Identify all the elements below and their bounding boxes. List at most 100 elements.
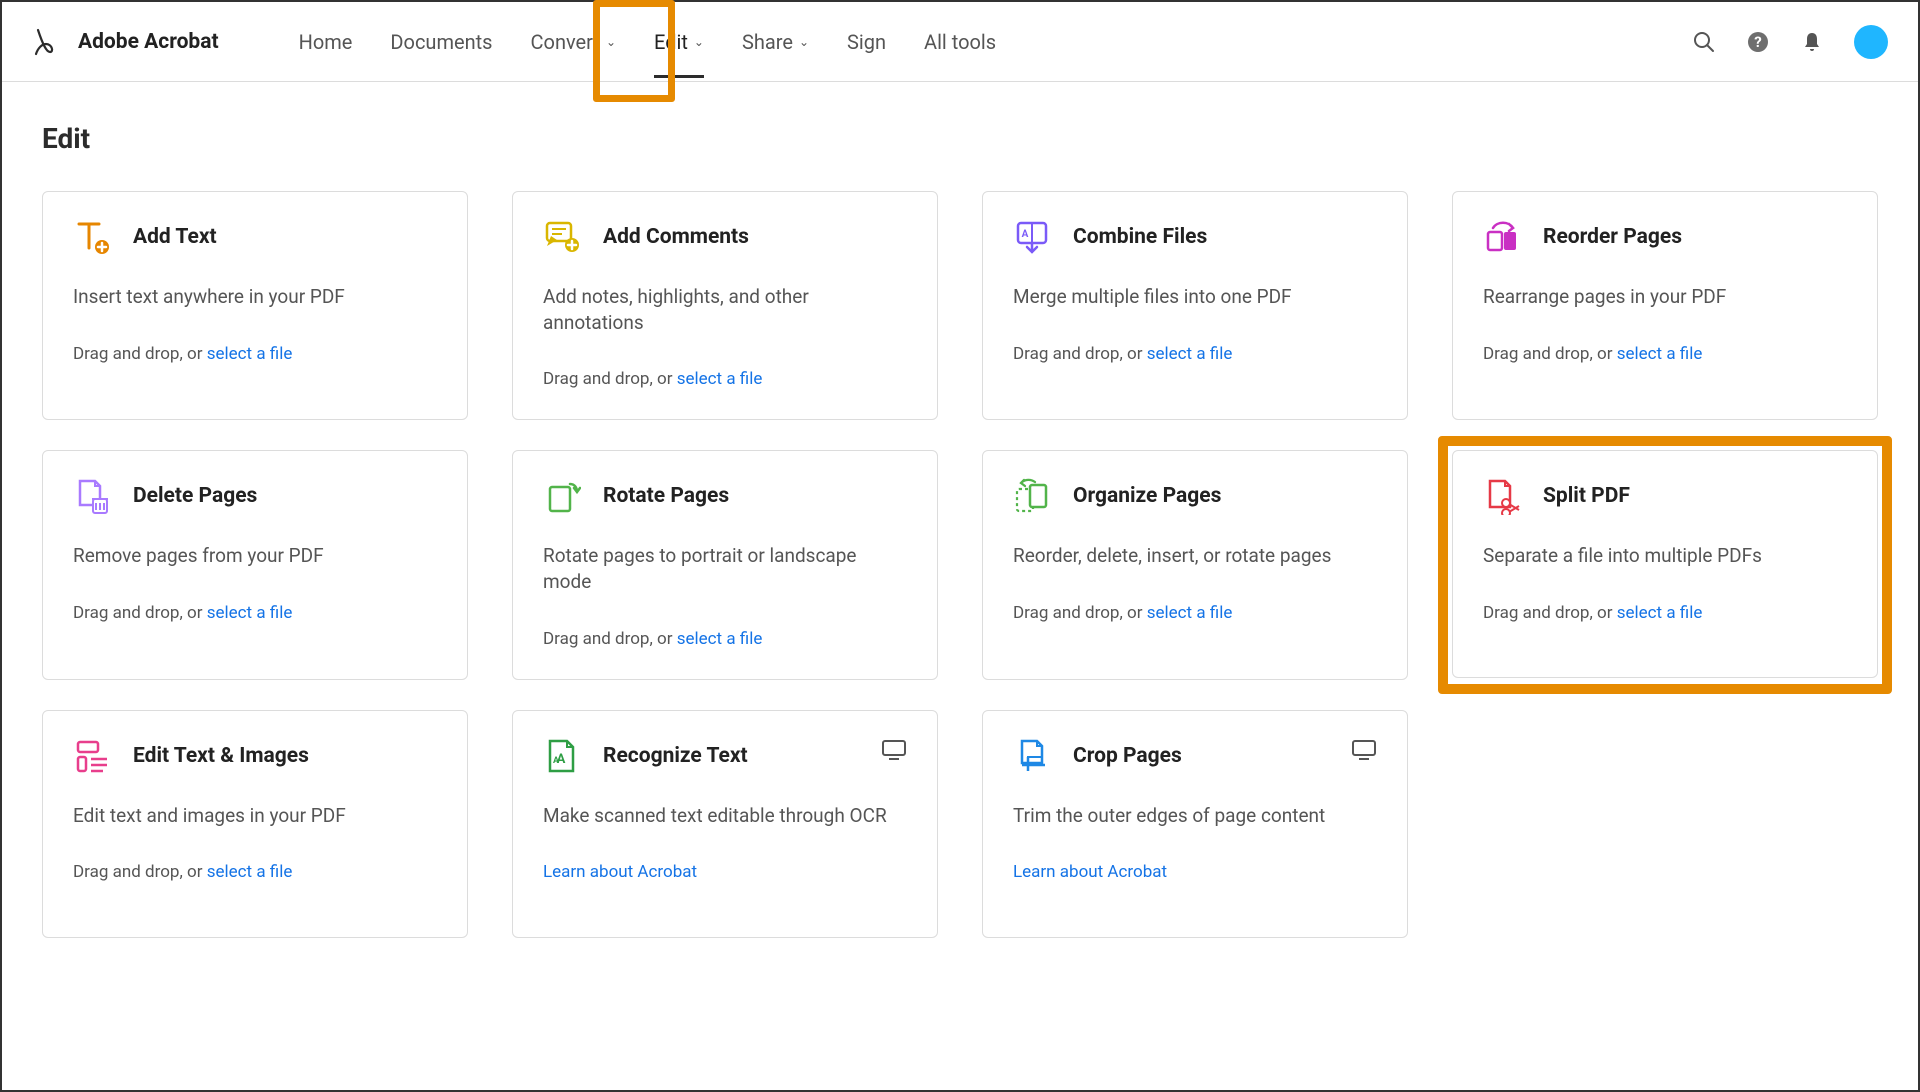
card-delete-pages[interactable]: Delete Pages Remove pages from your PDF … bbox=[42, 450, 468, 679]
footer-prefix: Drag and drop, or bbox=[1483, 603, 1617, 623]
footer-prefix: Drag and drop, or bbox=[73, 603, 207, 623]
footer-prefix: Drag and drop, or bbox=[1013, 344, 1147, 364]
learn-link[interactable]: Learn about Acrobat bbox=[1013, 862, 1167, 882]
desktop-only-icon bbox=[1351, 739, 1377, 761]
nav-all-tools-label: All tools bbox=[924, 30, 996, 54]
card-title: Recognize Text bbox=[603, 744, 748, 768]
nav-share[interactable]: Share ⌄ bbox=[742, 30, 809, 54]
nav-documents[interactable]: Documents bbox=[390, 30, 492, 54]
card-title: Delete Pages bbox=[133, 484, 257, 508]
select-file-link[interactable]: select a file bbox=[677, 629, 763, 649]
card-desc: Rotate pages to portrait or landscape mo… bbox=[543, 543, 907, 594]
edit-text-images-icon bbox=[73, 737, 111, 775]
card-rotate-pages[interactable]: Rotate Pages Rotate pages to portrait or… bbox=[512, 450, 938, 679]
nav-documents-label: Documents bbox=[390, 30, 492, 54]
card-desc: Reorder, delete, insert, or rotate pages bbox=[1013, 543, 1377, 569]
nav-share-label: Share bbox=[742, 30, 793, 54]
card-desc: Edit text and images in your PDF bbox=[73, 803, 437, 829]
recognize-text-icon: AA bbox=[543, 737, 581, 775]
card-footer: Drag and drop, or select a file bbox=[1483, 603, 1847, 623]
nav-edit[interactable]: Edit ⌄ bbox=[654, 30, 704, 54]
help-icon[interactable]: ? bbox=[1746, 30, 1770, 54]
nav-convert[interactable]: Convert ⌄ bbox=[531, 30, 617, 54]
brand-name: Adobe Acrobat bbox=[78, 30, 219, 54]
card-footer: Drag and drop, or select a file bbox=[1483, 344, 1847, 364]
footer-prefix: Drag and drop, or bbox=[73, 862, 207, 882]
acrobat-logo-icon bbox=[32, 26, 64, 58]
svg-text:A: A bbox=[1022, 229, 1029, 240]
rotate-pages-icon bbox=[543, 477, 581, 515]
select-file-link[interactable]: select a file bbox=[1617, 603, 1703, 623]
nav-edit-label: Edit bbox=[654, 30, 688, 54]
card-desc: Separate a file into multiple PDFs bbox=[1483, 543, 1847, 569]
card-reorder-pages[interactable]: Reorder Pages Rearrange pages in your PD… bbox=[1452, 191, 1878, 420]
card-title: Add Comments bbox=[603, 225, 749, 249]
card-title: Rotate Pages bbox=[603, 484, 729, 508]
card-recognize-text[interactable]: AA Recognize Text Make scanned text edit… bbox=[512, 710, 938, 938]
organize-pages-icon bbox=[1013, 477, 1051, 515]
cards-grid: Add Text Insert text anywhere in your PD… bbox=[42, 191, 1878, 938]
card-crop-pages[interactable]: Crop Pages Trim the outer edges of page … bbox=[982, 710, 1408, 938]
crop-pages-icon bbox=[1013, 737, 1051, 775]
svg-text:?: ? bbox=[1754, 33, 1761, 51]
card-organize-pages[interactable]: Organize Pages Reorder, delete, insert, … bbox=[982, 450, 1408, 679]
split-pdf-icon bbox=[1483, 477, 1521, 515]
nav-all-tools[interactable]: All tools bbox=[924, 30, 996, 54]
select-file-link[interactable]: select a file bbox=[677, 369, 763, 389]
card-title: Add Text bbox=[133, 225, 217, 249]
nav-sign[interactable]: Sign bbox=[847, 30, 886, 54]
footer-prefix: Drag and drop, or bbox=[73, 344, 207, 364]
footer-prefix: Drag and drop, or bbox=[543, 369, 677, 389]
card-combine-files[interactable]: A Combine Files Merge multiple files int… bbox=[982, 191, 1408, 420]
card-desc: Trim the outer edges of page content bbox=[1013, 803, 1377, 829]
card-split-pdf[interactable]: Split PDF Separate a file into multiple … bbox=[1452, 450, 1878, 678]
card-desc: Merge multiple files into one PDF bbox=[1013, 284, 1377, 310]
brand: Adobe Acrobat bbox=[32, 26, 219, 58]
search-icon[interactable] bbox=[1692, 30, 1716, 54]
card-title: Split PDF bbox=[1543, 484, 1630, 508]
add-comments-icon bbox=[543, 218, 581, 256]
footer-prefix: Drag and drop, or bbox=[1013, 603, 1147, 623]
card-edit-text-images[interactable]: Edit Text & Images Edit text and images … bbox=[42, 710, 468, 938]
nav-convert-label: Convert bbox=[531, 30, 600, 54]
avatar[interactable] bbox=[1854, 25, 1888, 59]
main-nav: Home Documents Convert ⌄ Edit ⌄ Share ⌄ Sig… bbox=[299, 30, 997, 54]
select-file-link[interactable]: select a file bbox=[207, 603, 293, 623]
card-add-text[interactable]: Add Text Insert text anywhere in your PD… bbox=[42, 191, 468, 420]
card-title: Edit Text & Images bbox=[133, 744, 309, 768]
card-footer: Drag and drop, or select a file bbox=[543, 629, 907, 649]
select-file-link[interactable]: select a file bbox=[1147, 344, 1233, 364]
card-add-comments[interactable]: Add Comments Add notes, highlights, and … bbox=[512, 191, 938, 420]
card-footer: Drag and drop, or select a file bbox=[1013, 603, 1377, 623]
nav-home-label: Home bbox=[299, 30, 353, 54]
footer-prefix: Drag and drop, or bbox=[1483, 344, 1617, 364]
card-desc: Rearrange pages in your PDF bbox=[1483, 284, 1847, 310]
card-footer: Learn about Acrobat bbox=[1013, 862, 1377, 882]
desktop-only-icon bbox=[881, 739, 907, 761]
delete-pages-icon bbox=[73, 477, 111, 515]
reorder-pages-icon bbox=[1483, 218, 1521, 256]
select-file-link[interactable]: select a file bbox=[1147, 603, 1233, 623]
card-title: Crop Pages bbox=[1073, 744, 1182, 768]
select-file-link[interactable]: select a file bbox=[207, 344, 293, 364]
nav-sign-label: Sign bbox=[847, 30, 886, 54]
learn-link[interactable]: Learn about Acrobat bbox=[543, 862, 697, 882]
combine-files-icon: A bbox=[1013, 218, 1051, 256]
chevron-down-icon: ⌄ bbox=[606, 35, 616, 49]
notifications-icon[interactable] bbox=[1800, 30, 1824, 54]
card-desc: Remove pages from your PDF bbox=[73, 543, 437, 569]
card-footer: Drag and drop, or select a file bbox=[73, 862, 437, 882]
card-footer: Drag and drop, or select a file bbox=[543, 369, 907, 389]
page-title: Edit bbox=[42, 122, 1878, 155]
chevron-down-icon: ⌄ bbox=[799, 35, 809, 49]
select-file-link[interactable]: select a file bbox=[1617, 344, 1703, 364]
card-desc: Insert text anywhere in your PDF bbox=[73, 284, 437, 310]
chevron-down-icon: ⌄ bbox=[694, 35, 704, 49]
card-desc: Add notes, highlights, and other annotat… bbox=[543, 284, 907, 335]
card-footer: Learn about Acrobat bbox=[543, 862, 907, 882]
select-file-link[interactable]: select a file bbox=[207, 862, 293, 882]
card-footer: Drag and drop, or select a file bbox=[73, 344, 437, 364]
nav-home[interactable]: Home bbox=[299, 30, 353, 54]
page-content: Edit Add Text Insert text anywhere in yo… bbox=[2, 82, 1918, 938]
topbar-right: ? bbox=[1692, 25, 1888, 59]
